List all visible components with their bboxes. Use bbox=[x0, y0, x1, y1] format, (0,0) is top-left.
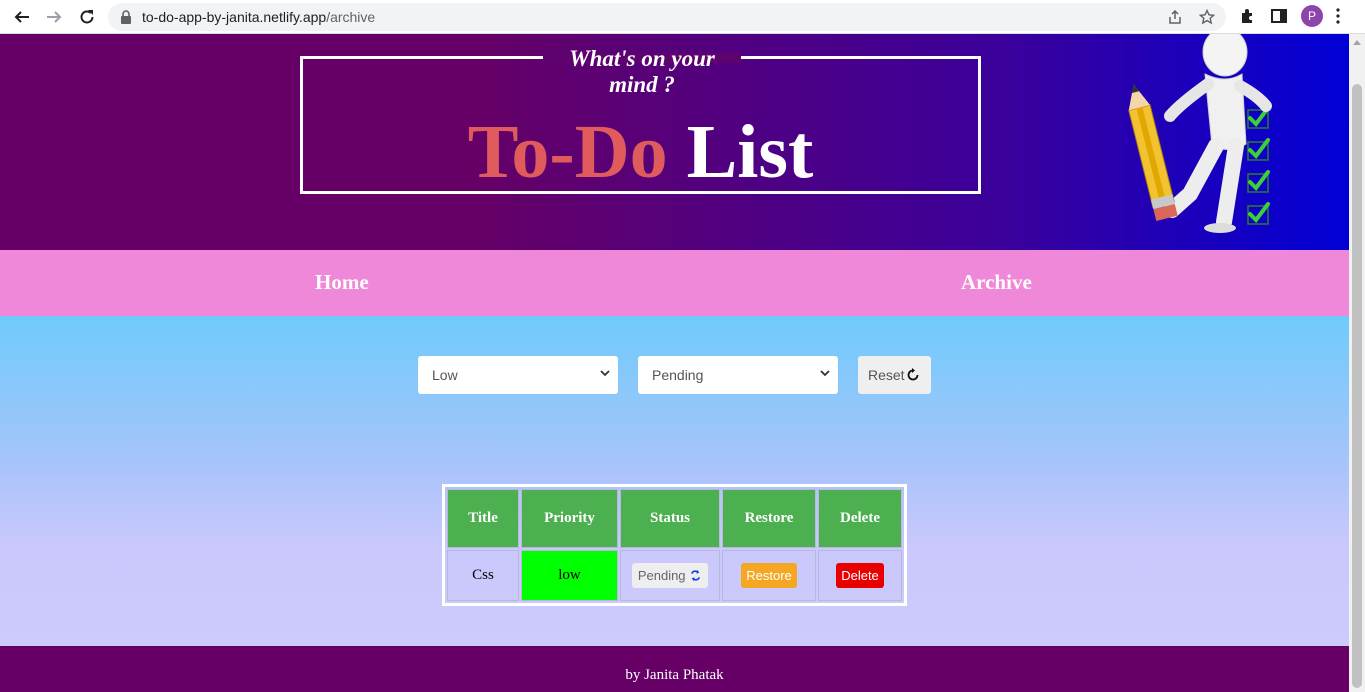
scrollbar-thumb[interactable] bbox=[1352, 84, 1362, 688]
menu-kebab-icon[interactable] bbox=[1336, 8, 1340, 24]
column-header-title: Title bbox=[447, 489, 519, 548]
footer-credit: by Janita Phatak bbox=[625, 667, 724, 683]
page-scrollbar[interactable] bbox=[1349, 34, 1365, 692]
chevron-down-icon bbox=[820, 370, 830, 377]
share-icon[interactable] bbox=[1167, 9, 1183, 25]
title-todo: To-Do bbox=[467, 110, 668, 194]
column-header-restore: Restore bbox=[722, 489, 816, 548]
priority-filter-select[interactable]: Low bbox=[418, 356, 618, 394]
address-bar[interactable]: to-do-app-by-janita.netlify.app/archive bbox=[108, 3, 1226, 31]
top-navigation: Home Archive bbox=[0, 250, 1349, 316]
status-filter-select[interactable]: Pending bbox=[638, 356, 838, 394]
forward-icon[interactable] bbox=[42, 5, 66, 29]
page-title: To-Do List bbox=[303, 107, 978, 197]
page: What's on your mind ? To-Do List Home Ar… bbox=[0, 34, 1349, 692]
mascot-with-pencil-illustration bbox=[1128, 34, 1272, 233]
restore-cell: Restore bbox=[722, 550, 816, 601]
lock-icon bbox=[121, 10, 131, 24]
column-header-priority: Priority bbox=[521, 489, 618, 548]
task-title-cell: Css bbox=[447, 550, 519, 601]
delete-cell: Delete bbox=[818, 550, 902, 601]
extensions-icon[interactable] bbox=[1239, 7, 1257, 25]
header-banner: What's on your mind ? To-Do List bbox=[0, 34, 1349, 250]
reset-label: Reset bbox=[868, 367, 905, 383]
restore-button[interactable]: Restore bbox=[741, 563, 797, 588]
title-frame: What's on your mind ? To-Do List bbox=[300, 46, 981, 197]
archive-table: Title Priority Status Restore Delete Css… bbox=[442, 484, 907, 606]
priority-cell: low bbox=[521, 550, 618, 601]
tagline: What's on your mind ? bbox=[569, 46, 715, 97]
browser-toolbar: to-do-app-by-janita.netlify.app/archive … bbox=[0, 0, 1365, 34]
title-list: List bbox=[686, 110, 814, 194]
url-path: /archive bbox=[326, 9, 376, 25]
reset-button[interactable]: Reset bbox=[858, 356, 931, 394]
table-row: Css low Pending Restore Delete bbox=[447, 550, 902, 601]
archive-content: Low Pending Reset Title Priority Status … bbox=[0, 316, 1349, 646]
profile-avatar[interactable]: P bbox=[1301, 5, 1323, 27]
reload-icon[interactable] bbox=[75, 5, 99, 29]
reset-icon bbox=[907, 368, 919, 381]
back-icon[interactable] bbox=[10, 5, 34, 29]
nav-home-link[interactable]: Home bbox=[315, 270, 369, 295]
scroll-up-icon[interactable] bbox=[1353, 40, 1361, 45]
priority-filter-value: Low bbox=[432, 367, 458, 383]
column-header-delete: Delete bbox=[818, 489, 902, 548]
column-header-status: Status bbox=[620, 489, 720, 548]
status-cell: Pending bbox=[620, 550, 720, 601]
sync-icon bbox=[691, 569, 701, 582]
url-host: to-do-app-by-janita.netlify.app bbox=[142, 9, 327, 25]
status-label: Pending bbox=[637, 568, 686, 583]
url-text: to-do-app-by-janita.netlify.app/archive bbox=[142, 9, 375, 25]
bookmark-star-icon[interactable] bbox=[1199, 9, 1215, 25]
status-filter-value: Pending bbox=[652, 367, 704, 383]
table-header-row: Title Priority Status Restore Delete bbox=[447, 489, 902, 548]
delete-button[interactable]: Delete bbox=[836, 563, 884, 588]
status-toggle-button[interactable]: Pending bbox=[631, 563, 709, 588]
chevron-down-icon bbox=[600, 370, 610, 377]
nav-archive-link[interactable]: Archive bbox=[961, 270, 1032, 295]
footer: by Janita Phatak bbox=[0, 646, 1349, 692]
side-panel-icon[interactable] bbox=[1270, 7, 1288, 25]
